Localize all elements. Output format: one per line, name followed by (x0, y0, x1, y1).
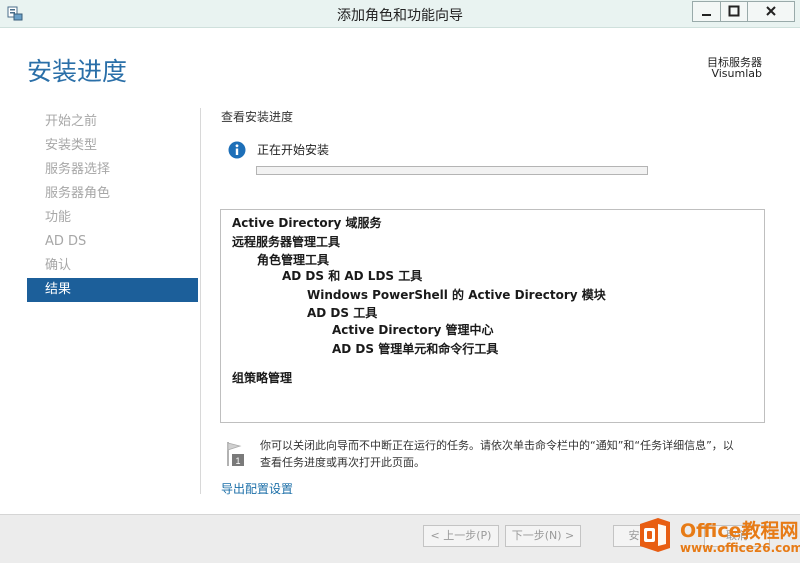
feature-list[interactable]: Active Directory 域服务 远程服务器管理工具 角色管理工具 AD… (220, 209, 765, 423)
feature-item: Active Directory 域服务 (232, 216, 382, 230)
feature-item: AD DS 工具 (307, 306, 378, 320)
watermark-brand: Office教程网 (680, 520, 799, 542)
target-server-value: Visumlab (711, 67, 762, 80)
maximize-button[interactable] (720, 1, 748, 22)
notification-flag-icon: 1 (225, 440, 247, 468)
section-heading: 查看安装进度 (221, 110, 294, 124)
nav-item-confirmation[interactable]: 确认 (27, 254, 198, 278)
feature-item: 角色管理工具 (257, 253, 330, 267)
feature-item: Windows PowerShell 的 Active Directory 模块 (307, 288, 606, 302)
info-icon (228, 141, 246, 159)
page-title: 安装进度 (27, 57, 128, 86)
close-icon (766, 6, 776, 16)
note-line: 你可以关闭此向导而不中断正在运行的任务。请依次单击命令栏中的“通知”和“任务详细… (260, 439, 734, 452)
minimize-button[interactable] (692, 1, 721, 22)
watermark-url: www.office26.com (680, 541, 800, 555)
feature-item: 远程服务器管理工具 (232, 235, 341, 249)
minimize-icon (702, 14, 711, 16)
maximize-icon (728, 5, 740, 17)
nav-item-results[interactable]: 结果 (27, 278, 198, 302)
office-logo-icon (636, 516, 674, 554)
svg-text:1: 1 (235, 456, 240, 466)
note-line: 查看任务进度或再次打开此页面。 (260, 456, 425, 469)
feature-item: AD DS 管理单元和命令行工具 (332, 342, 499, 356)
feature-item: Active Directory 管理中心 (332, 323, 494, 337)
nav-item-features[interactable]: 功能 (27, 206, 198, 230)
nav-item-before-you-begin[interactable]: 开始之前 (27, 110, 198, 134)
watermark: Office教程网 www.office26.com (636, 513, 800, 559)
next-button[interactable]: 下一步(N) > (505, 525, 581, 547)
nav-item-server-selection[interactable]: 服务器选择 (27, 158, 198, 182)
previous-button[interactable]: < 上一步(P) (423, 525, 499, 547)
export-config-link[interactable]: 导出配置设置 (221, 480, 293, 497)
install-progress-bar (256, 166, 648, 175)
feature-item: 组策略管理 (232, 371, 293, 385)
nav-item-ad-ds[interactable]: AD DS (27, 230, 198, 254)
window-title: 添加角色和功能向导 (337, 8, 463, 24)
install-status-text: 正在开始安装 (257, 143, 330, 157)
nav-item-installation-type[interactable]: 安装类型 (27, 134, 198, 158)
background-task-note: 你可以关闭此向导而不中断正在运行的任务。请依次单击命令栏中的“通知”和“任务详细… (260, 437, 780, 471)
wizard-nav: 开始之前 安装类型 服务器选择 服务器角色 功能 AD DS 确认 结果 (27, 110, 198, 302)
feature-item: AD DS 和 AD LDS 工具 (282, 269, 423, 283)
nav-divider (200, 108, 201, 494)
nav-item-server-roles[interactable]: 服务器角色 (27, 182, 198, 206)
title-bar: 添加角色和功能向导 (0, 0, 800, 28)
close-button[interactable] (747, 1, 795, 22)
